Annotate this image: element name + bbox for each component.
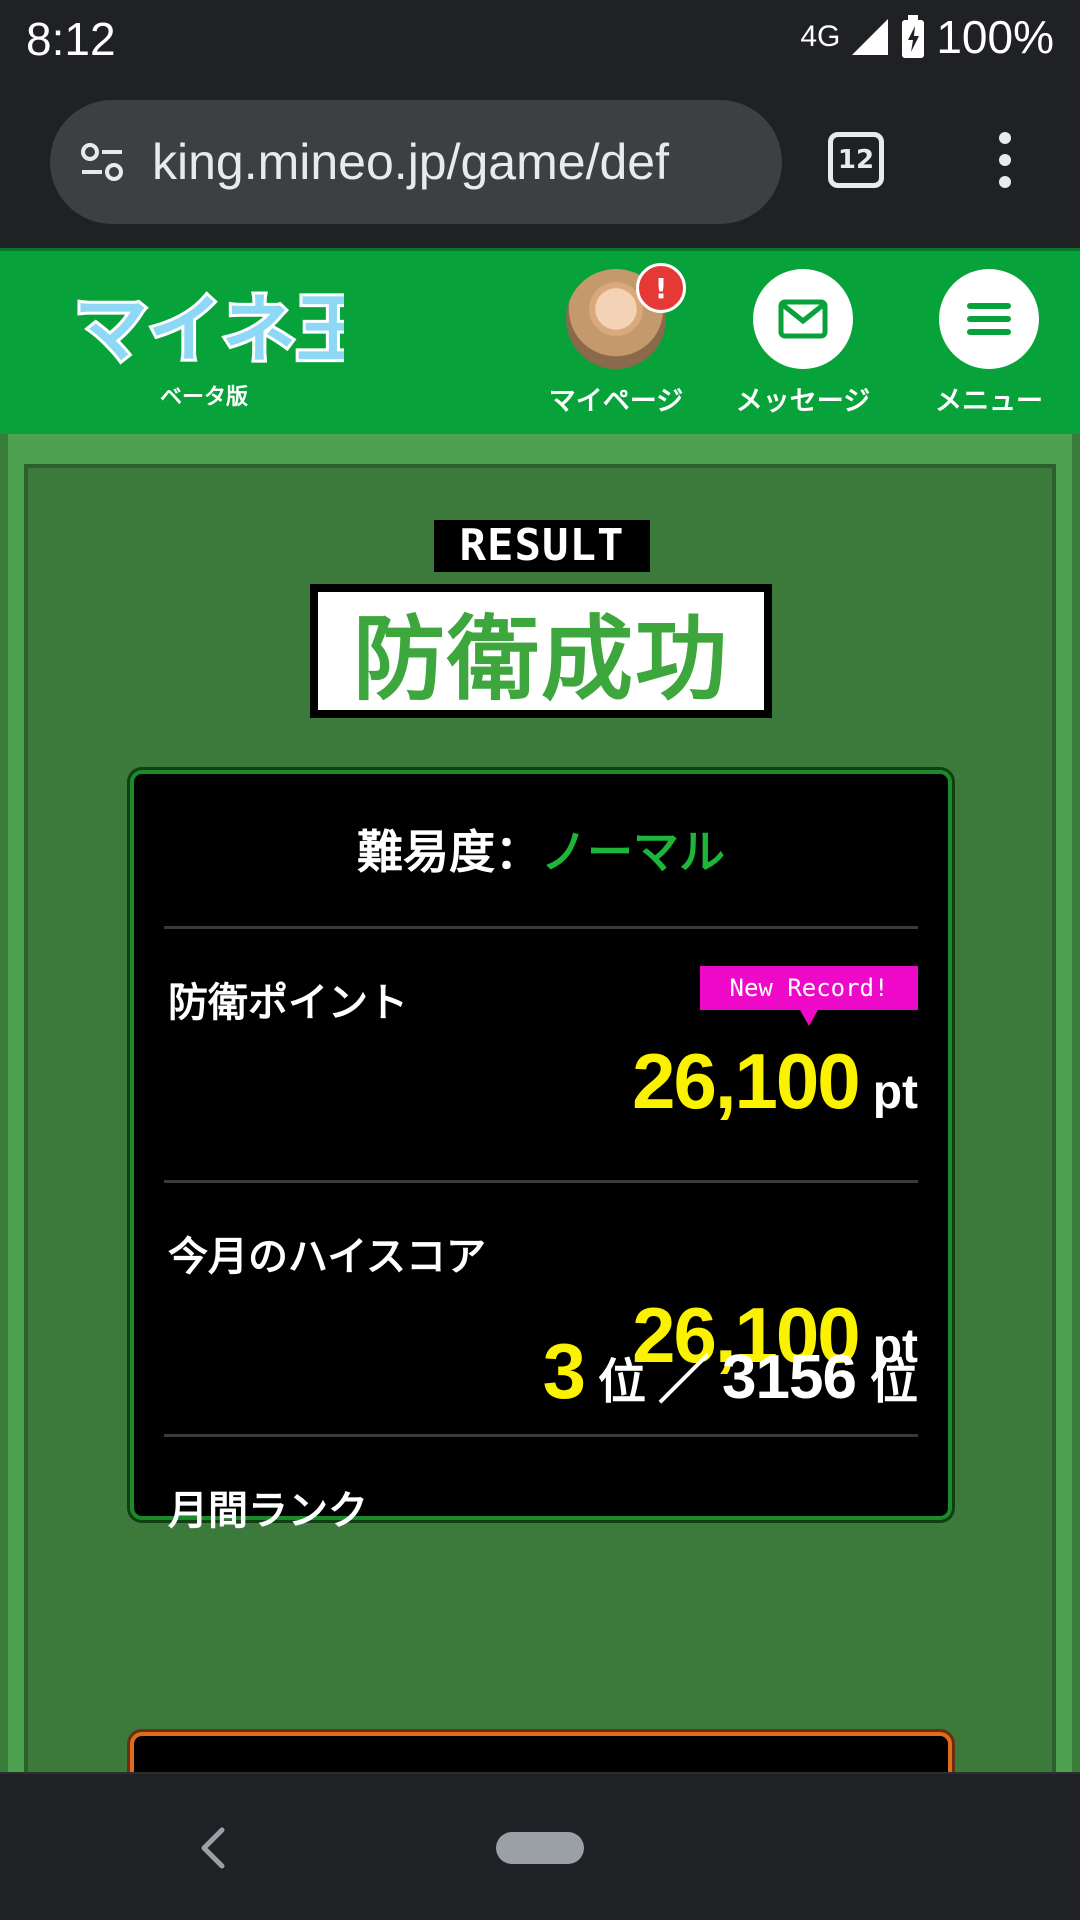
signal-icon <box>852 19 889 55</box>
tab-switcher-button[interactable]: 12 <box>828 132 884 188</box>
difficulty: 難易度：ノーマル <box>134 816 948 882</box>
result-title-box: 防衛成功 <box>310 584 772 718</box>
difficulty-label: 難易度： <box>357 825 541 879</box>
divider <box>164 1434 918 1437</box>
site-header: マイネ王 ベータ版 ! マイページ メッセージ メニュー <box>0 248 1080 434</box>
monthly-rank-label: 月間ランク <box>168 1488 368 1534</box>
status-icons: 4G 100% <box>800 10 1054 64</box>
logo-wordmark: マイネ王 <box>74 287 344 371</box>
monthly-rank-value: 3 位／ 3156 位 <box>0 1326 918 1417</box>
logo-subtitle: ベータ版 <box>160 385 249 410</box>
rank-separator: ／ <box>658 1351 711 1411</box>
rank-unit: 位 <box>598 1356 647 1409</box>
game-result-area: RESULT 防衛成功 難易度：ノーマル 防衛ポイント New Record! … <box>0 434 1080 1772</box>
defense-points-unit: pt <box>872 1066 918 1119</box>
home-pill[interactable] <box>496 1832 584 1864</box>
divider <box>164 1180 918 1183</box>
nav-mypage-label: マイページ <box>548 386 684 417</box>
defense-points-number: 26,100 <box>632 1037 861 1125</box>
hamburger-icon[interactable] <box>939 269 1039 369</box>
status-bar: 8:12 4G 100% <box>0 0 1080 76</box>
nav-messages[interactable]: メッセージ <box>733 269 873 418</box>
next-panel <box>130 1732 952 1772</box>
envelope-icon[interactable] <box>753 269 853 369</box>
rank-total-unit: 位 <box>869 1356 918 1409</box>
network-type: 4G <box>800 20 841 53</box>
battery-percent: 100% <box>936 11 1054 63</box>
battery-charging-icon <box>902 15 925 58</box>
nav-menu[interactable]: メニュー <box>919 269 1059 418</box>
divider <box>164 926 918 929</box>
system-navigation-bar <box>0 1772 1080 1920</box>
address-bar[interactable]: king.mineo.jp/game/def <box>50 100 782 224</box>
monthly-highscore-label: 今月のハイスコア <box>168 1234 486 1280</box>
difficulty-value: ノーマル <box>541 825 725 879</box>
url-text[interactable]: king.mineo.jp/game/def <box>152 133 669 191</box>
defense-points-label: 防衛ポイント <box>168 980 408 1026</box>
browser-menu-icon[interactable] <box>990 132 1020 202</box>
site-settings-icon[interactable] <box>72 132 132 192</box>
rank-number: 3 <box>542 1327 586 1415</box>
status-time: 8:12 <box>26 13 116 65</box>
browser-toolbar: king.mineo.jp/game/def 12 <box>0 76 1080 248</box>
avatar[interactable]: ! <box>566 263 686 369</box>
new-record-badge: New Record! <box>700 966 918 1026</box>
defense-points-value: 26,100 pt <box>632 1036 918 1127</box>
nav-messages-label: メッセージ <box>735 386 871 417</box>
notification-badge: ! <box>636 263 686 313</box>
result-title: 防衛成功 <box>318 592 764 713</box>
nav-mypage[interactable]: ! マイページ <box>546 263 686 418</box>
result-label: RESULT <box>434 520 650 572</box>
nav-menu-label: メニュー <box>935 386 1043 417</box>
mineo-logo[interactable]: マイネ王 <box>74 281 344 371</box>
back-icon[interactable] <box>194 1826 234 1870</box>
rank-total: 3156 <box>722 1343 857 1412</box>
